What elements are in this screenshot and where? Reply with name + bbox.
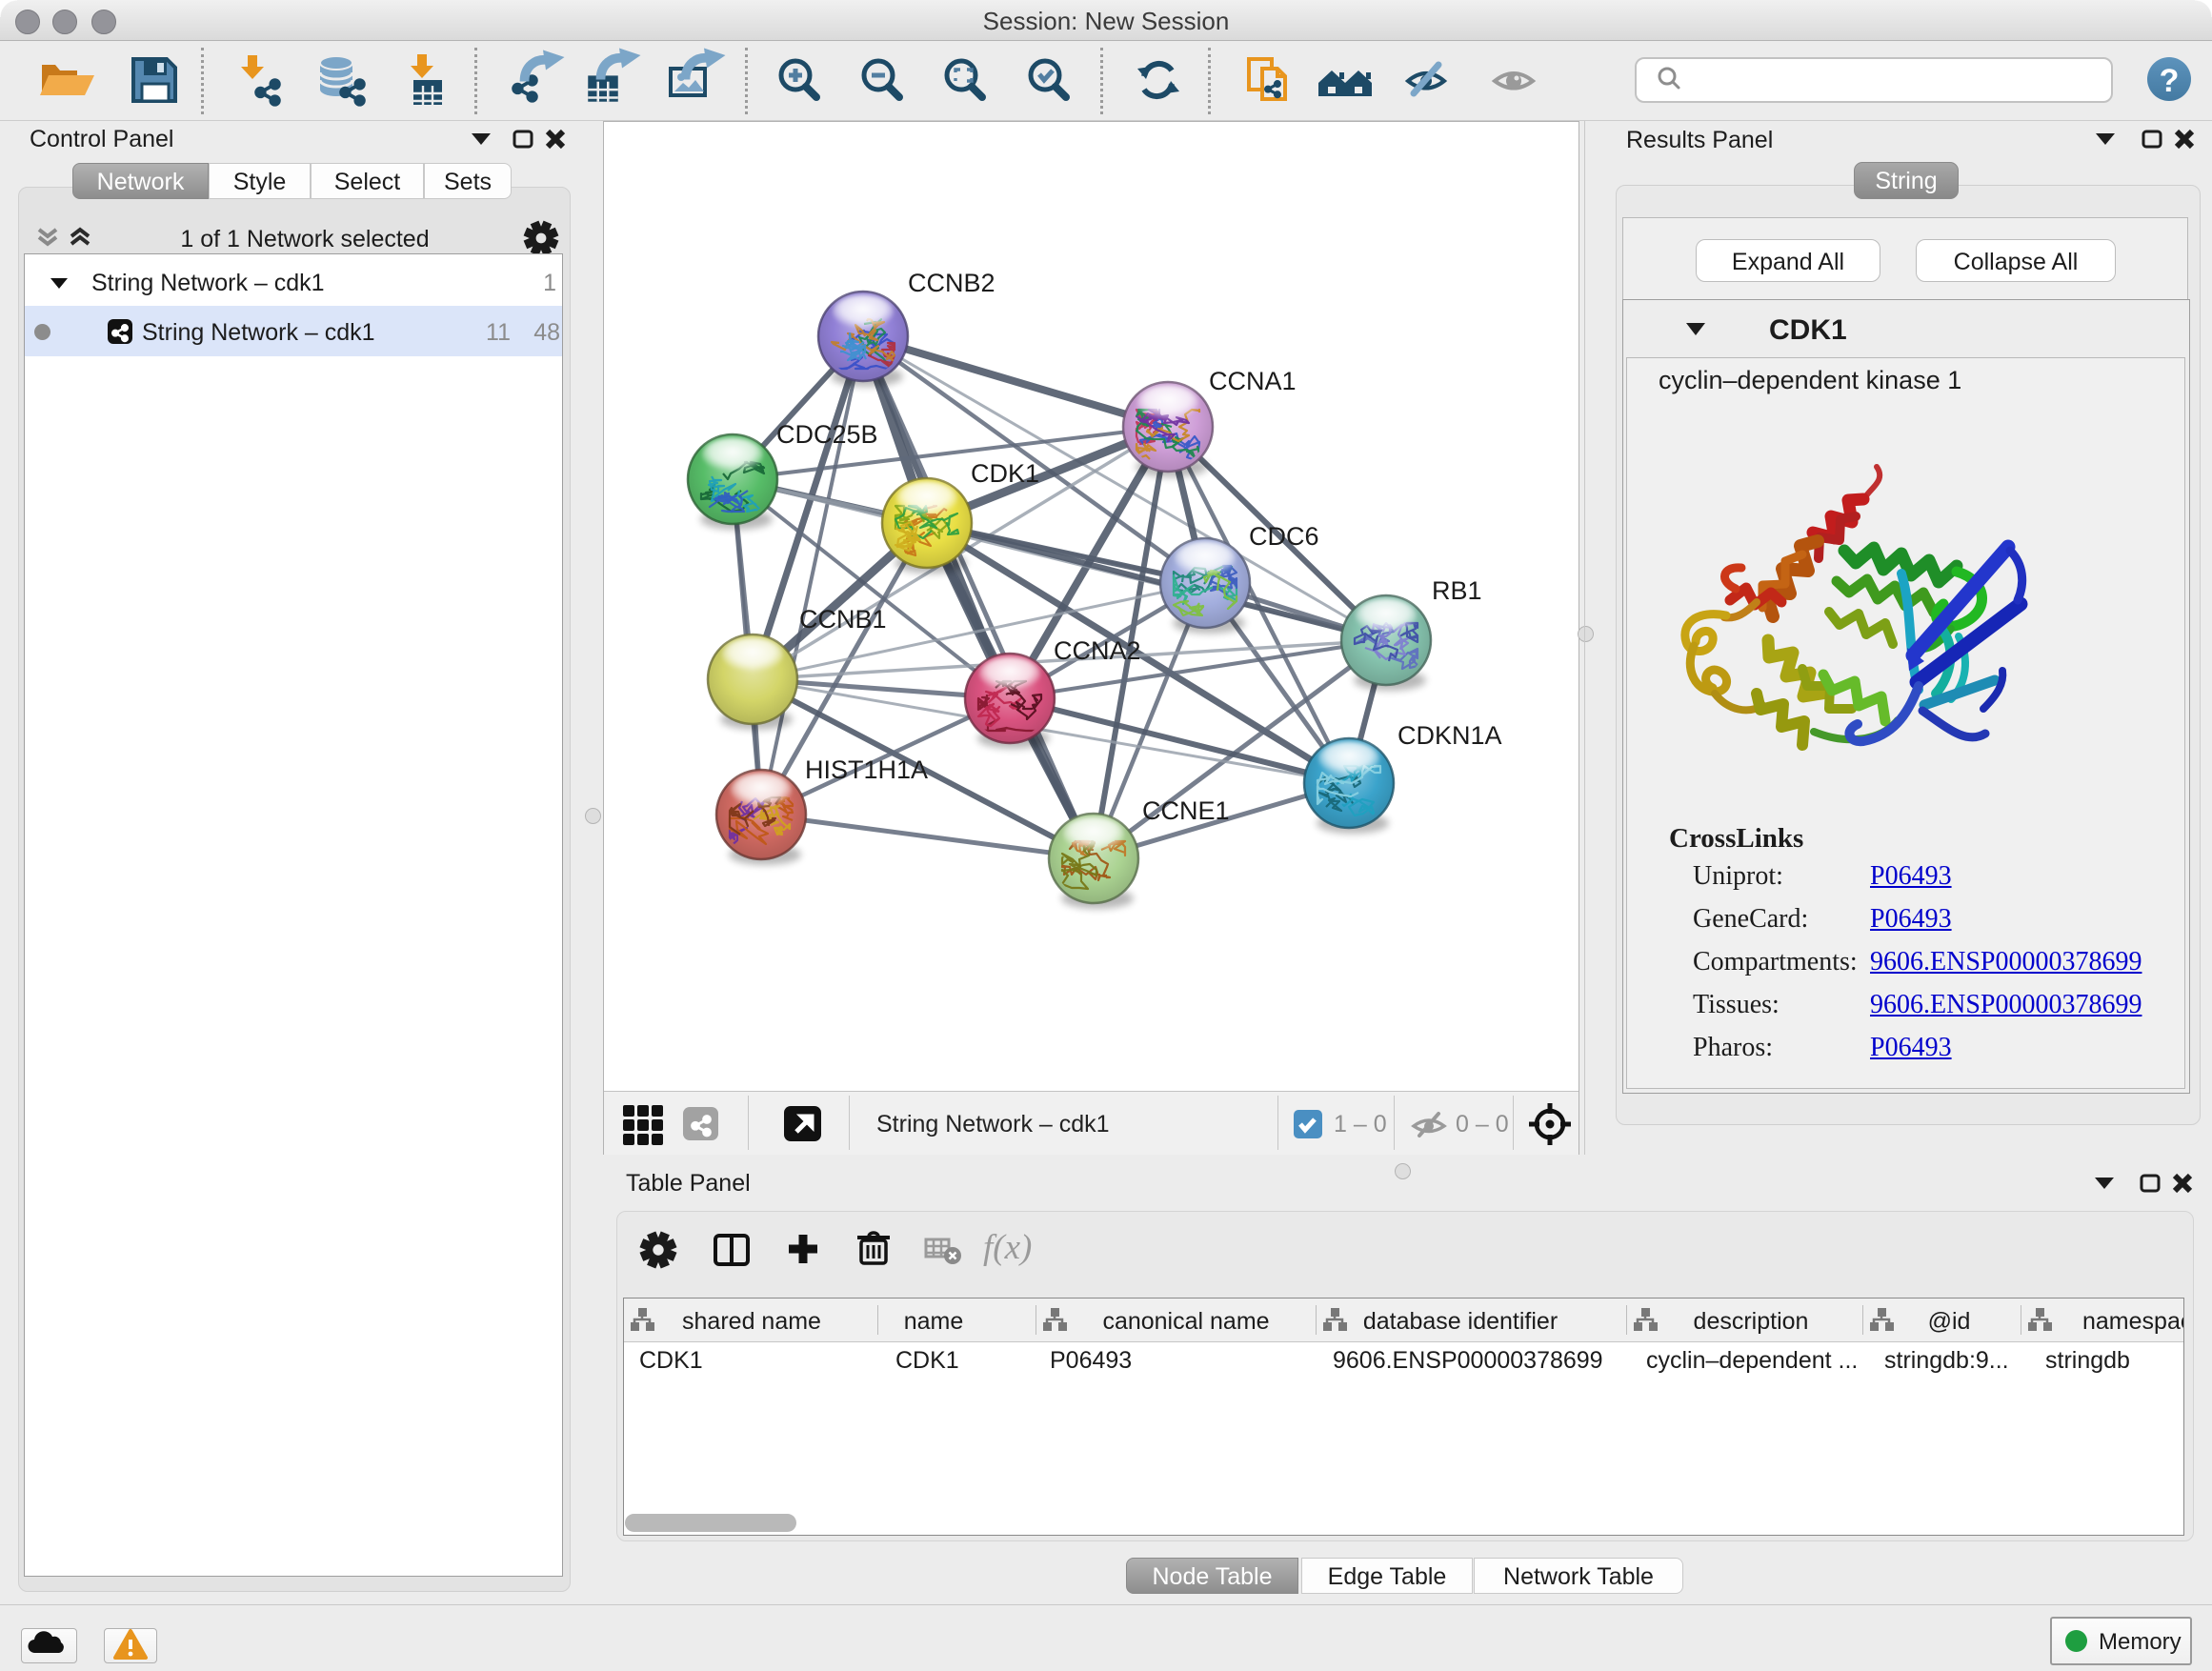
- svg-text:CCNB2: CCNB2: [908, 269, 995, 297]
- svg-text:CCNB1: CCNB1: [799, 605, 887, 634]
- svg-text:CCNE1: CCNE1: [1142, 796, 1230, 825]
- svg-text:CCNA2: CCNA2: [1054, 636, 1141, 665]
- svg-text:CDK1: CDK1: [971, 459, 1039, 488]
- svg-text:CDC25B: CDC25B: [776, 420, 878, 449]
- svg-text:HIST1H1A: HIST1H1A: [805, 755, 928, 784]
- svg-text:CCNA1: CCNA1: [1209, 367, 1297, 395]
- svg-text:CDKN1A: CDKN1A: [1398, 721, 1502, 750]
- svg-text:RB1: RB1: [1432, 576, 1482, 605]
- svg-text:CDC6: CDC6: [1249, 522, 1319, 551]
